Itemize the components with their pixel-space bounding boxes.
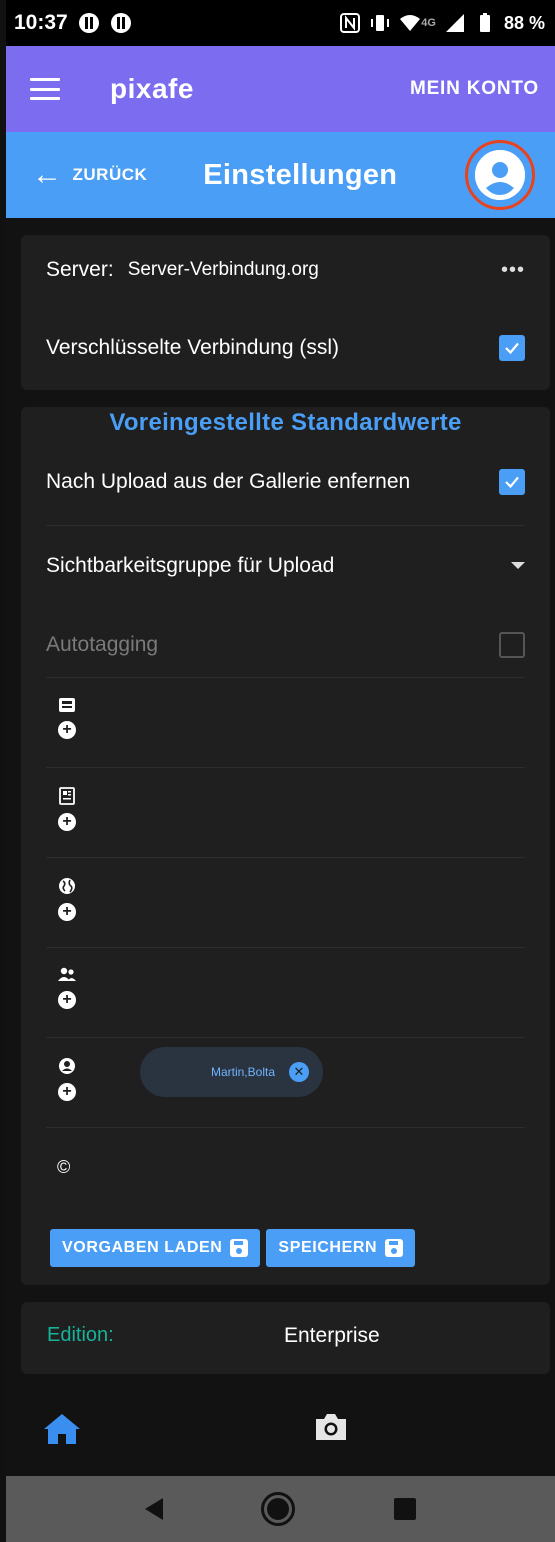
app-frame: 10:37 4G 88 % pixafe MEIN KONTO ← ZURÜCK… (6, 0, 555, 1542)
remove-after-upload-label: Nach Upload aus der Gallerie enfernen (46, 470, 411, 493)
app-brand: pixafe (110, 73, 194, 104)
autotagging-checkbox[interactable] (499, 632, 525, 658)
users-icon (58, 967, 76, 981)
ssl-checkbox[interactable] (499, 335, 525, 361)
icon-row-inbox: + (57, 697, 525, 739)
back-label: ZURÜCK (72, 165, 148, 184)
defaults-section-title: Voreingestellte Standardwerte (109, 409, 462, 436)
load-defaults-label: VORGABEN LADEN (62, 1239, 223, 1256)
more-options-icon[interactable]: ••• (501, 259, 525, 282)
user-circle-icon (475, 150, 525, 200)
profile-button[interactable] (465, 140, 535, 210)
divider (46, 1127, 525, 1128)
globe-icon (59, 878, 75, 894)
notification-app-icon-2 (110, 13, 131, 33)
nav-back-icon[interactable] (145, 1498, 164, 1520)
edition-value: Enterprise (284, 1324, 380, 1347)
divider (46, 767, 525, 768)
back-button[interactable]: ← ZURÜCK (32, 160, 147, 190)
system-nav-bar (6, 1476, 555, 1542)
edition-card: Edition: Enterprise (21, 1302, 550, 1374)
newspaper-icon (59, 787, 75, 805)
check-icon (505, 342, 519, 355)
icon-row-copyright: © (57, 1157, 525, 1178)
icon-row-users: + (57, 967, 525, 1009)
page-title: Einstellungen (203, 158, 398, 191)
save-disk-icon (385, 1239, 404, 1257)
visibility-group-label: Sichtbarkeitsgruppe für Upload (46, 553, 335, 577)
notification-app-icon (78, 13, 99, 33)
remove-chip-icon[interactable]: ✕ (289, 1062, 309, 1082)
vibrate-icon (371, 15, 390, 31)
server-card: Server: Server-Verbindung.org ••• Versch… (21, 235, 550, 390)
bottom-tab-bar (6, 1392, 555, 1476)
icon-row-globe: + (57, 877, 525, 921)
divider (46, 857, 525, 858)
copyright-icon: © (57, 1157, 71, 1177)
dropdown-arrow-icon[interactable] (511, 562, 525, 569)
nfc-icon (340, 13, 361, 33)
add-group-button[interactable]: + (58, 991, 76, 1009)
ssl-label: Verschlüsselte Verbindung (ssl) (46, 336, 339, 359)
status-bar: 10:37 4G 88 % (6, 0, 555, 46)
status-time: 10:37 (14, 11, 68, 34)
icon-row-newspaper: + (57, 787, 525, 831)
nav-recents-icon[interactable] (393, 1498, 416, 1520)
add-user-button[interactable]: + (58, 1083, 76, 1101)
user-chip[interactable]: Martin,Bolta ✕ (140, 1047, 323, 1097)
home-tab[interactable] (42, 1412, 82, 1451)
check-icon (505, 476, 519, 489)
app-bar: pixafe MEIN KONTO (6, 46, 555, 132)
battery-icon (479, 13, 490, 32)
server-label: Server: (46, 258, 114, 281)
edition-label: Edition: (47, 1324, 114, 1346)
camera-icon (316, 1414, 346, 1440)
home-icon (44, 1414, 80, 1444)
nav-home-icon[interactable] (261, 1492, 296, 1526)
wifi-icon (400, 15, 421, 31)
icon-row-user: + Martin,Bolta ✕ (57, 1047, 525, 1101)
battery-percent: 88 % (503, 12, 545, 33)
signal-icon (445, 14, 464, 32)
save-button[interactable]: SPEICHERN (266, 1229, 416, 1267)
load-defaults-button[interactable]: VORGABEN LADEN (50, 1229, 261, 1267)
menu-icon[interactable] (30, 78, 60, 100)
button-group: VORGABEN LADEN SPEICHERN (50, 1229, 416, 1267)
user-icon (59, 1058, 75, 1074)
divider (46, 677, 525, 678)
divider (46, 1037, 525, 1038)
inbox-icon (59, 698, 75, 712)
camera-tab[interactable] (313, 1412, 349, 1447)
add-newspaper-button[interactable]: + (58, 813, 76, 831)
arrow-left-icon: ← (32, 158, 63, 191)
remove-after-upload-checkbox[interactable] (499, 469, 525, 495)
my-account-button[interactable]: MEIN KONTO (410, 78, 539, 100)
network-type: 4G (421, 17, 436, 29)
divider (46, 947, 525, 948)
server-value[interactable]: Server-Verbindung.org (128, 259, 319, 281)
page-toolbar: ← ZURÜCK Einstellungen (6, 132, 555, 218)
user-chip-label: Martin,Bolta (210, 1065, 275, 1079)
save-label: SPEICHERN (278, 1239, 378, 1256)
add-inbox-button[interactable]: + (58, 721, 76, 739)
add-globe-button[interactable]: + (58, 903, 76, 921)
autotagging-label: Autotagging (46, 633, 159, 656)
save-disk-icon (230, 1239, 249, 1257)
defaults-card: Voreingestellte Standardwerte Nach Uploa… (21, 407, 550, 1285)
